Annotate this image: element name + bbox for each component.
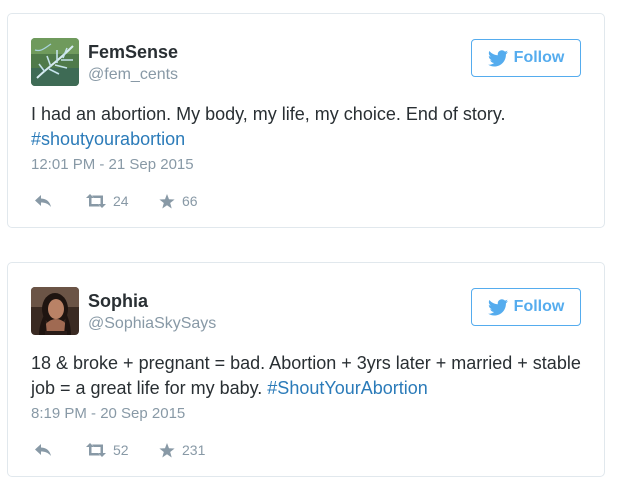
tweet-actions: 52 231 [34,439,205,461]
follow-button-label: Follow [513,49,565,66]
avatar[interactable] [31,38,79,86]
follow-button[interactable]: Follow [471,39,581,77]
avatar[interactable] [31,287,79,335]
retweet-button[interactable]: 24 [86,193,159,209]
tweet-card: Sophia @SophiaSkySays Follow 18 & broke … [7,262,605,477]
fern-avatar-icon [31,38,79,86]
star-icon [159,442,175,457]
twitter-bird-icon [487,298,508,315]
tweet-card: FemSense @fem_cents Follow I had an abor… [7,13,605,228]
tweet-timestamp[interactable]: 12:01 PM - 21 Sep 2015 [31,156,194,173]
reply-icon [35,195,51,207]
follow-button[interactable]: Follow [471,288,581,326]
favorite-count: 66 [182,193,198,209]
tweet-text-content: I had an abortion. My body, my life, my … [31,104,506,124]
follow-button-label: Follow [513,298,565,315]
favorite-button[interactable]: 66 [159,193,198,209]
favorite-button[interactable]: 231 [159,442,205,458]
reply-button[interactable] [34,443,86,457]
retweet-icon [86,443,106,457]
tweet-text: I had an abortion. My body, my life, my … [31,102,591,152]
retweet-icon [86,194,106,208]
portrait-avatar-icon [31,287,79,335]
star-icon [159,193,175,208]
retweet-count: 24 [113,193,129,209]
favorite-count: 231 [182,442,206,458]
user-handle[interactable]: @SophiaSkySays [88,315,216,333]
display-name[interactable]: FemSense [88,42,178,63]
retweet-button[interactable]: 52 [86,442,159,458]
tweet-timestamp[interactable]: 8:19 PM - 20 Sep 2015 [31,405,185,422]
hashtag-link[interactable]: #shoutyourabortion [31,129,185,149]
twitter-bird-icon [487,49,508,66]
hashtag-link[interactable]: #ShoutYourAbortion [267,378,427,398]
tweet-actions: 24 66 [34,190,198,212]
reply-button[interactable] [34,194,86,208]
tweet-text: 18 & broke + pregnant = bad. Abortion + … [31,351,591,401]
retweet-count: 52 [113,442,129,458]
user-handle[interactable]: @fem_cents [88,66,178,84]
display-name[interactable]: Sophia [88,291,148,312]
reply-icon [35,444,51,456]
